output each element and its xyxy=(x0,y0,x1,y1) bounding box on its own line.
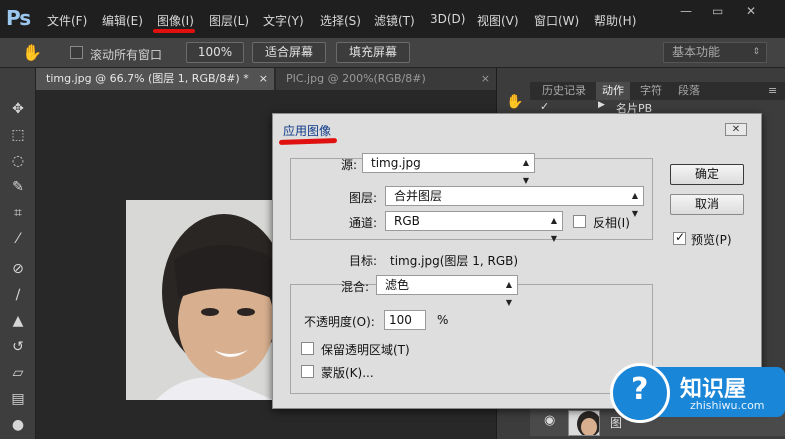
layer-label: 图层: xyxy=(349,191,378,205)
panel-tabs: 历史记录 动作 字符 段落 ≡ xyxy=(530,82,785,100)
crop-tool-icon[interactable]: ⌗ xyxy=(9,204,27,222)
invert-checkbox[interactable] xyxy=(573,215,586,228)
source-value: timg.jpg xyxy=(371,156,421,170)
chevron-down-icon: ▲ ▼ xyxy=(522,158,529,185)
menu-type[interactable]: 文字(Y) xyxy=(263,12,304,29)
opacity-input[interactable]: 100 xyxy=(384,310,426,330)
move-tool-icon[interactable]: ✥ xyxy=(9,100,27,118)
tab-paragraph[interactable]: 段落 xyxy=(672,82,706,100)
tab-character[interactable]: 字符 xyxy=(634,82,668,100)
layer-value: 合并图层 xyxy=(394,189,443,203)
opacity-label: 不透明度(O): xyxy=(304,315,375,329)
menu-edit[interactable]: 编辑(E) xyxy=(102,12,143,29)
blending-label: 混合: xyxy=(341,280,370,294)
fill-screen-button[interactable]: 填充屏幕 xyxy=(336,42,410,63)
eye-icon[interactable]: ◉ xyxy=(544,413,555,428)
tab-timg[interactable]: timg.jpg @ 66.7% (图层 1, RGB/8#) * × xyxy=(36,68,274,90)
ok-button[interactable]: 确定 xyxy=(670,164,744,185)
blur-tool-icon[interactable]: ● xyxy=(9,416,27,434)
close-icon[interactable]: ✕ xyxy=(725,123,747,136)
question-icon: ? xyxy=(610,363,670,423)
preserve-transparency-checkbox[interactable] xyxy=(301,342,314,355)
action-set-row[interactable]: ✓ ▶ 名片PB xyxy=(530,100,785,115)
highlight-underline xyxy=(153,29,195,33)
highlight-underline xyxy=(278,137,338,146)
blending-select[interactable]: 滤色 ▲ ▼ xyxy=(376,275,518,307)
close-window-button[interactable]: ✕ xyxy=(746,4,756,18)
menu-bar: Ps 文件(F) 编辑(E) 图像(I) 图层(L) 文字(Y) 选择(S) 滤… xyxy=(0,0,785,38)
channel-label: 通道: xyxy=(349,216,378,230)
hand-tool-icon[interactable]: ✋ xyxy=(22,43,42,62)
chevron-down-icon: ▲ ▼ xyxy=(505,280,512,307)
dialog-title: 应用图像 xyxy=(283,124,332,138)
portrait-image xyxy=(126,200,274,400)
check-icon[interactable]: ✓ xyxy=(540,100,549,113)
menu-view[interactable]: 视图(V) xyxy=(477,12,519,29)
source-label: 源: xyxy=(341,158,358,172)
close-icon[interactable]: × xyxy=(481,68,490,90)
chevron-down-icon: ▲ ▼ xyxy=(631,191,638,218)
menu-3d[interactable]: 3D(D) xyxy=(430,12,465,26)
zoom-100-button[interactable]: 100% xyxy=(186,42,244,63)
menu-file[interactable]: 文件(F) xyxy=(47,12,87,29)
fit-screen-button[interactable]: 适合屏幕 xyxy=(252,42,326,63)
minimize-button[interactable]: — xyxy=(680,4,692,18)
target-value: timg.jpg(图层 1, RGB) xyxy=(390,254,519,268)
scroll-all-checkbox[interactable] xyxy=(70,46,83,59)
menu-layer[interactable]: 图层(L) xyxy=(209,12,249,29)
healing-brush-icon[interactable]: ⊘ xyxy=(9,260,27,278)
lasso-tool-icon[interactable]: ◌ xyxy=(9,152,27,170)
preview-label: 预览(P) xyxy=(691,233,732,247)
panel-menu-icon[interactable]: ≡ xyxy=(768,84,777,97)
tab-label: PIC.jpg @ 200%(RGB/8#) xyxy=(286,72,426,85)
menu-select[interactable]: 选择(S) xyxy=(320,12,361,29)
photoshop-logo: Ps xyxy=(6,6,31,30)
eyedropper-icon[interactable]: ⁄ xyxy=(9,230,27,248)
menu-filter[interactable]: 滤镜(T) xyxy=(374,12,415,29)
scroll-all-label: 滚动所有窗口 xyxy=(90,48,163,62)
preserve-transparency-label: 保留透明区域(T) xyxy=(321,343,410,357)
watermark-logo: ? 知识屋 zhishiwu.com xyxy=(610,355,785,439)
tool-panel: ✥ ⬚ ◌ ✎ ⌗ ⁄ ⊘ ∕ ▲ ↺ ▱ ▤ ● xyxy=(0,68,36,439)
brush-tool-icon[interactable]: ∕ xyxy=(9,286,27,304)
menu-image[interactable]: 图像(I) xyxy=(157,12,194,29)
marquee-tool-icon[interactable]: ⬚ xyxy=(9,126,27,144)
opacity-unit: % xyxy=(437,313,449,327)
channel-select[interactable]: RGB ▲ ▼ xyxy=(385,211,563,243)
close-icon[interactable]: × xyxy=(259,68,268,90)
menu-window[interactable]: 窗口(W) xyxy=(534,12,579,29)
quick-select-icon[interactable]: ✎ xyxy=(9,178,27,196)
tab-history[interactable]: 历史记录 xyxy=(536,82,592,100)
source-select[interactable]: timg.jpg ▲ ▼ xyxy=(362,153,535,185)
eraser-tool-icon[interactable]: ▱ xyxy=(9,364,27,382)
document-tabs: timg.jpg @ 66.7% (图层 1, RGB/8#) * × PIC.… xyxy=(36,68,496,90)
target-label: 目标: xyxy=(349,254,378,268)
preview-checkbox[interactable] xyxy=(673,230,686,245)
tab-label: timg.jpg @ 66.7% (图层 1, RGB/8#) * xyxy=(46,72,249,85)
options-bar: ✋ 滚动所有窗口 100% 适合屏幕 填充屏幕 基本功能 ⇕ xyxy=(0,38,785,68)
photo-canvas[interactable] xyxy=(126,200,274,400)
tab-pic[interactable]: PIC.jpg @ 200%(RGB/8#) × xyxy=(276,68,496,90)
gradient-tool-icon[interactable]: ▤ xyxy=(9,390,27,408)
stamp-tool-icon[interactable]: ▲ xyxy=(9,312,27,330)
layer-select[interactable]: 合并图层 ▲ ▼ xyxy=(385,186,644,218)
channel-value: RGB xyxy=(394,214,420,228)
menu-help[interactable]: 帮助(H) xyxy=(594,12,636,29)
mask-label: 蒙版(K)... xyxy=(321,366,374,380)
workspace-select[interactable]: 基本功能 ⇕ xyxy=(663,42,767,63)
invert-label: 反相(I) xyxy=(593,216,630,230)
restore-button[interactable]: ▭ xyxy=(712,4,723,18)
watermark-subtitle: zhishiwu.com xyxy=(690,399,765,412)
tab-actions[interactable]: 动作 xyxy=(596,82,630,100)
layer-thumbnail xyxy=(568,410,600,436)
cancel-button[interactable]: 取消 xyxy=(670,194,744,215)
history-brush-icon[interactable]: ↺ xyxy=(9,338,27,356)
actions-panel-icon[interactable]: ✋ xyxy=(506,94,523,110)
mask-checkbox[interactable] xyxy=(301,365,314,378)
workspace-value: 基本功能 xyxy=(672,45,721,59)
expand-triangle-icon[interactable]: ▶ xyxy=(598,100,605,110)
blending-value: 滤色 xyxy=(385,278,410,292)
chevron-down-icon: ⇕ xyxy=(752,47,760,57)
chevron-down-icon: ▲ ▼ xyxy=(550,216,557,243)
